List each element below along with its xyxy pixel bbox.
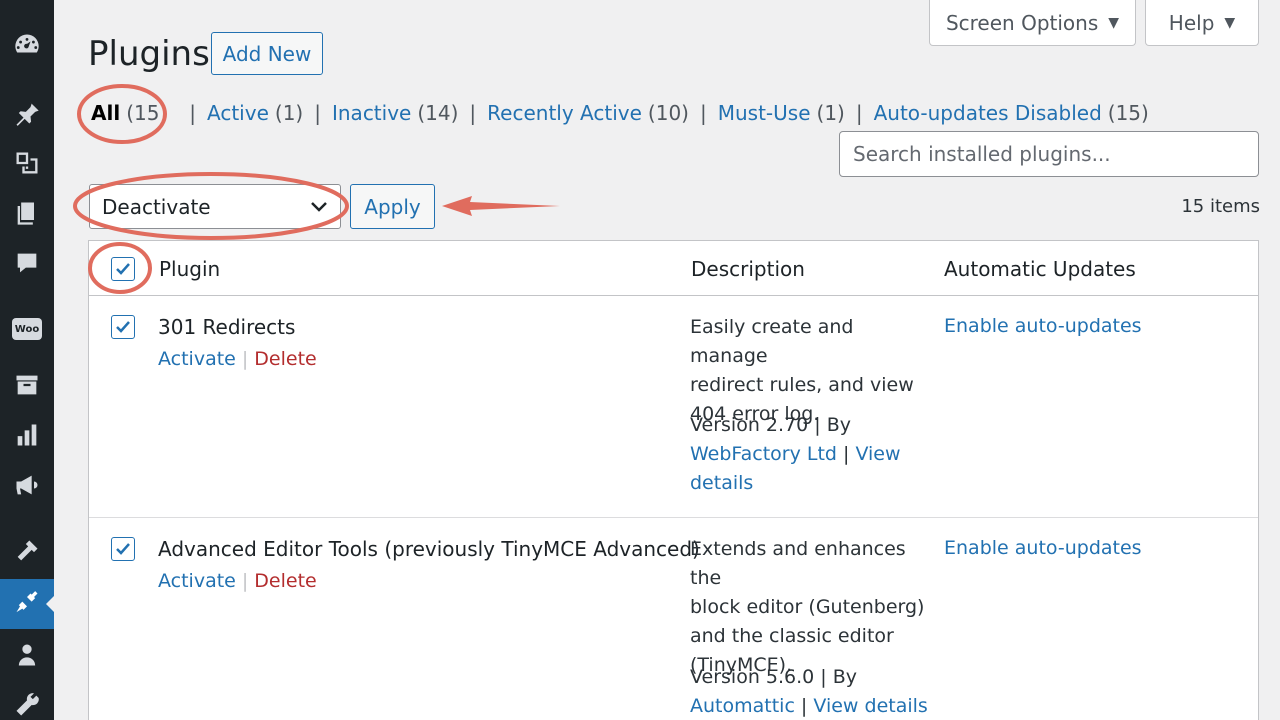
checkmark-icon bbox=[116, 543, 130, 555]
separator: | bbox=[855, 101, 863, 125]
column-description: Description bbox=[691, 257, 805, 281]
plugins-table: Plugin Description Automatic Updates 301… bbox=[88, 240, 1259, 720]
description-line: Easily create and manage bbox=[690, 316, 854, 367]
version-info: Version 2.70 | By bbox=[690, 414, 851, 436]
plugin-description: Extends and enhances the block editor (G… bbox=[690, 535, 930, 680]
media-icon[interactable] bbox=[0, 138, 54, 188]
description-line: block editor (Gutenberg) bbox=[690, 596, 925, 618]
filter-auto-updates-disabled[interactable]: Auto-updates Disabled (15) bbox=[874, 101, 1149, 125]
filter-all-label: All bbox=[91, 101, 121, 125]
enable-auto-updates-link[interactable]: Enable auto-updates bbox=[944, 315, 1142, 337]
filter-active-label[interactable]: Active bbox=[207, 101, 269, 125]
analytics-icon[interactable] bbox=[0, 410, 54, 460]
table-header: Plugin Description Automatic Updates bbox=[89, 241, 1258, 296]
separator: | bbox=[469, 101, 477, 125]
enable-auto-updates-link[interactable]: Enable auto-updates bbox=[944, 537, 1142, 559]
plugin-meta: Version 5.6.0 | By Automattic | View det… bbox=[690, 663, 930, 720]
description-line: Extends and enhances the bbox=[690, 538, 906, 589]
pages-icon[interactable] bbox=[0, 188, 54, 238]
appearance-icon[interactable] bbox=[0, 526, 54, 576]
help-label: Help bbox=[1168, 10, 1215, 35]
caret-down-icon: ▼ bbox=[1108, 14, 1120, 31]
filter-inactive-label[interactable]: Inactive bbox=[332, 101, 411, 125]
column-plugin[interactable]: Plugin bbox=[159, 257, 220, 281]
search-input[interactable]: Search installed plugins... bbox=[839, 131, 1259, 177]
filter-active[interactable]: Active (1) bbox=[207, 101, 303, 125]
filter-active-count: (1) bbox=[274, 101, 304, 125]
activate-link[interactable]: Activate bbox=[158, 348, 236, 370]
row-checkbox[interactable] bbox=[111, 315, 135, 339]
filter-auto-updates-disabled-label[interactable]: Auto-updates Disabled bbox=[874, 101, 1102, 125]
filter-recently-active-label[interactable]: Recently Active bbox=[487, 101, 642, 125]
screen-options-button[interactable]: Screen Options ▼ bbox=[929, 0, 1136, 46]
tools-icon[interactable] bbox=[0, 680, 54, 720]
pin-icon[interactable] bbox=[0, 88, 54, 138]
select-all-checkbox[interactable] bbox=[111, 257, 135, 281]
filter-must-use[interactable]: Must-Use (1) bbox=[718, 101, 845, 125]
activate-link[interactable]: Activate bbox=[158, 570, 236, 592]
checkmark-icon bbox=[116, 321, 130, 333]
table-row: 301 Redirects Activate | Delete Easily cre… bbox=[89, 296, 1258, 518]
plugin-status-filters: All (15) | Active (1) | Inactive (14) | Rec… bbox=[91, 101, 1149, 125]
filter-inactive-count: (14) bbox=[417, 101, 459, 125]
filter-must-use-label[interactable]: Must-Use bbox=[718, 101, 811, 125]
separator: | bbox=[189, 101, 197, 125]
filter-recently-active[interactable]: Recently Active (10) bbox=[487, 101, 689, 125]
filter-all-count: (15) bbox=[126, 101, 168, 125]
delete-link[interactable]: Delete bbox=[254, 348, 316, 370]
dashboard-icon[interactable] bbox=[0, 20, 54, 70]
row-actions: Activate | Delete bbox=[158, 570, 317, 592]
help-button[interactable]: Help ▼ bbox=[1145, 0, 1259, 46]
author-link[interactable]: Automattic bbox=[690, 695, 795, 717]
author-line: Automattic | View details bbox=[690, 695, 928, 717]
apply-button[interactable]: Apply bbox=[350, 184, 435, 229]
row-checkbox[interactable] bbox=[111, 537, 135, 561]
separator: | bbox=[314, 101, 321, 125]
marketing-icon[interactable] bbox=[0, 460, 54, 510]
filter-all[interactable]: All (15) bbox=[91, 101, 167, 125]
page-title: Plugins bbox=[88, 34, 210, 74]
plugin-name: Advanced Editor Tools (previously TinyMC… bbox=[158, 537, 700, 561]
separator: | bbox=[241, 348, 249, 370]
author-line: WebFactory Ltd | View bbox=[690, 443, 901, 465]
delete-link[interactable]: Delete bbox=[254, 570, 316, 592]
view-details-link[interactable]: View details bbox=[813, 695, 927, 717]
annotation-arrow bbox=[442, 196, 560, 216]
add-new-button[interactable]: Add New bbox=[211, 32, 323, 75]
items-count: 15 items bbox=[1181, 196, 1260, 217]
plugins-icon[interactable] bbox=[0, 579, 54, 629]
plugin-name: 301 Redirects bbox=[158, 315, 296, 339]
description-line: redirect rules, and view bbox=[690, 374, 914, 396]
author-link[interactable]: WebFactory Ltd bbox=[690, 443, 837, 465]
checkmark-icon bbox=[116, 263, 130, 275]
users-icon[interactable] bbox=[0, 630, 54, 680]
bulk-action-select[interactable]: Deactivate bbox=[89, 184, 341, 229]
filter-recently-active-count: (10) bbox=[647, 101, 689, 125]
plugin-meta: Version 2.70 | By WebFactory Ltd | View … bbox=[690, 411, 930, 498]
filter-inactive[interactable]: Inactive (14) bbox=[332, 101, 458, 125]
view-details-link[interactable]: View bbox=[855, 443, 900, 465]
filter-must-use-count: (1) bbox=[816, 101, 845, 125]
filter-auto-updates-disabled-count: (15) bbox=[1107, 101, 1149, 125]
woocommerce-icon[interactable]: Woo bbox=[0, 304, 54, 354]
separator: | bbox=[699, 101, 707, 125]
column-automatic-updates: Automatic Updates bbox=[944, 257, 1136, 281]
separator: | bbox=[241, 570, 249, 592]
screen-options-label: Screen Options bbox=[945, 10, 1099, 35]
row-actions: Activate | Delete bbox=[158, 348, 317, 370]
comments-icon[interactable] bbox=[0, 238, 54, 288]
caret-down-icon: ▼ bbox=[1224, 14, 1236, 31]
view-details-link-cont[interactable]: details bbox=[690, 472, 753, 494]
version-info: Version 5.6.0 | By bbox=[690, 666, 858, 688]
description-line: and the classic editor bbox=[690, 625, 894, 647]
bulk-action-value: Deactivate bbox=[102, 194, 211, 219]
table-row: Advanced Editor Tools (previously TinyMC… bbox=[89, 518, 1258, 720]
admin-sidebar: Woo bbox=[0, 0, 54, 720]
chevron-down-icon bbox=[311, 201, 327, 212]
author-line-cont: details bbox=[690, 469, 930, 498]
products-icon[interactable] bbox=[0, 360, 54, 410]
